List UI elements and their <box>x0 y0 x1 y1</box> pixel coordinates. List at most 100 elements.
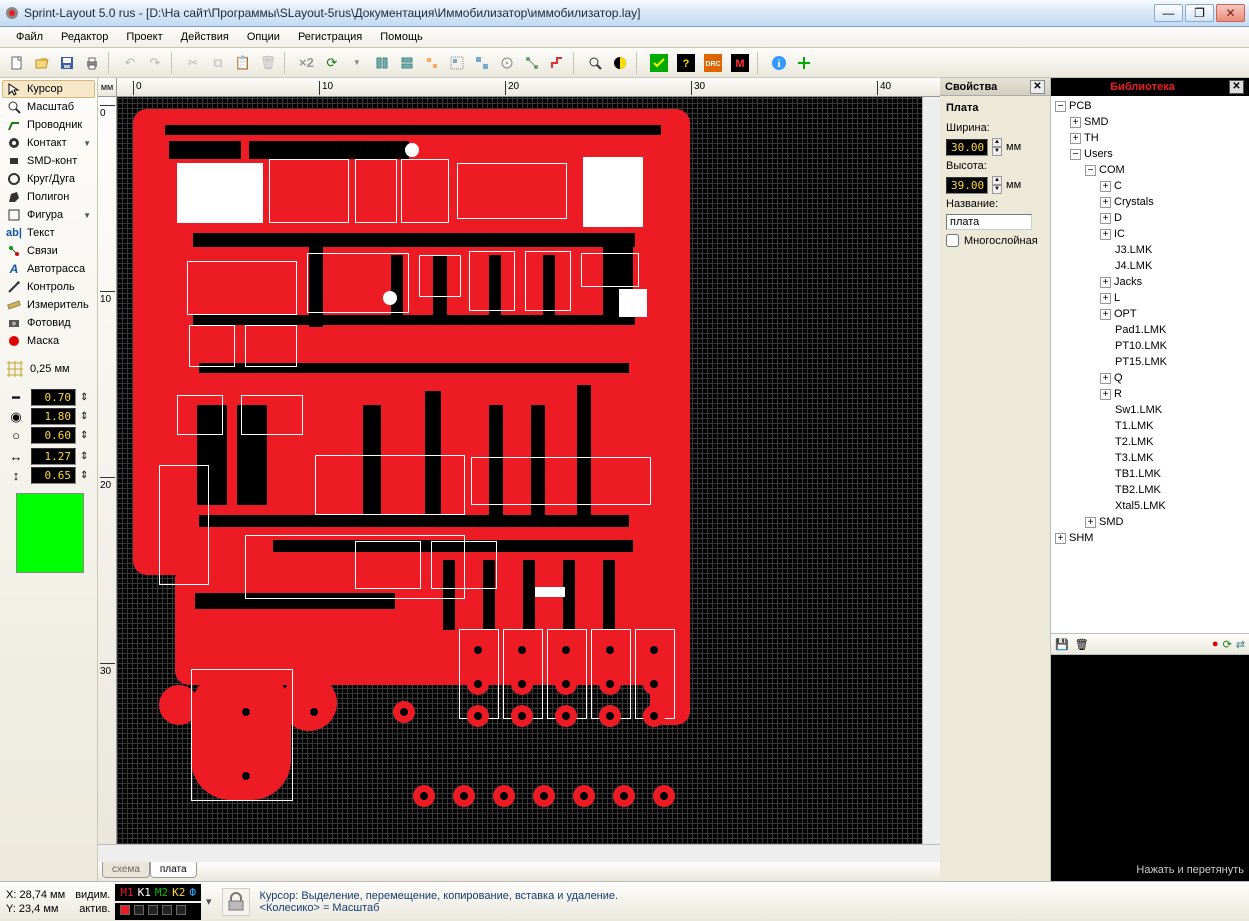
tree-item[interactable]: Pad1.LMK <box>1100 322 1247 338</box>
expand-icon[interactable]: + <box>1100 373 1111 384</box>
tree-item[interactable]: −PCB+SMD+TH−Users−COM+C+Crystals+D+ICJ3.… <box>1055 98 1247 530</box>
tree-item[interactable]: PT15.LMK <box>1100 354 1247 370</box>
tool-arc[interactable]: Круг/Дуга <box>2 170 95 188</box>
print-icon[interactable] <box>81 52 103 74</box>
tree-item[interactable]: T1.LMK <box>1100 418 1247 434</box>
pad-diameter-param[interactable]: ◉ 1.80 ⇕ <box>2 407 95 426</box>
group-icon[interactable] <box>446 52 468 74</box>
menu-опции[interactable]: Опции <box>239 28 288 46</box>
maximize-button[interactable]: ❐ <box>1185 4 1214 22</box>
collapse-icon[interactable]: − <box>1055 101 1066 112</box>
board-name-input[interactable] <box>946 214 1032 230</box>
menu-помощь[interactable]: Помощь <box>372 28 431 46</box>
layer-active[interactable] <box>115 903 201 920</box>
smd-width-param[interactable]: ↔ 1.27 ⇕ <box>2 447 95 466</box>
undo-icon[interactable]: ↶ <box>119 52 141 74</box>
expand-icon[interactable]: + <box>1100 309 1111 320</box>
mirror-v-icon[interactable] <box>396 52 418 74</box>
open-file-icon[interactable] <box>31 52 53 74</box>
menu-редактор[interactable]: Редактор <box>53 28 116 46</box>
expand-icon[interactable]: + <box>1085 517 1096 528</box>
rotate-icon[interactable]: ⟳ <box>321 52 343 74</box>
menu-действия[interactable]: Действия <box>173 28 237 46</box>
tree-item[interactable]: TB2.LMK <box>1100 482 1247 498</box>
expand-icon[interactable]: + <box>1100 213 1111 224</box>
lib-save-icon[interactable]: 💾 <box>1055 638 1069 651</box>
grid-setting[interactable]: 0,25 мм <box>2 356 95 382</box>
crosshair-icon[interactable] <box>793 52 815 74</box>
tree-item[interactable]: +SMD <box>1085 514 1247 530</box>
lib-mirror-icon[interactable]: ⇄ <box>1236 638 1245 651</box>
tree-item[interactable]: J4.LMK <box>1100 258 1247 274</box>
tree-item[interactable]: T3.LMK <box>1100 450 1247 466</box>
lib-record-icon[interactable]: ● <box>1212 638 1219 651</box>
library-close-icon[interactable]: ✕ <box>1229 80 1244 94</box>
layer-dropdown-icon[interactable]: ▾ <box>206 895 212 908</box>
expand-icon[interactable]: + <box>1100 197 1111 208</box>
menu-файл[interactable]: Файл <box>8 28 51 46</box>
tree-item[interactable]: +OPT <box>1100 306 1247 322</box>
save-file-icon[interactable] <box>56 52 78 74</box>
expand-icon[interactable]: + <box>1100 229 1111 240</box>
tree-item[interactable]: J3.LMK <box>1100 242 1247 258</box>
tree-item[interactable]: Xtal5.LMK <box>1100 498 1247 514</box>
properties-close-icon[interactable]: ✕ <box>1030 80 1045 94</box>
delete-icon[interactable]: 🗑 <box>257 52 279 74</box>
tool-cursor[interactable]: Курсор <box>2 80 95 98</box>
minimize-button[interactable]: — <box>1154 4 1183 22</box>
menu-проект[interactable]: Проект <box>118 28 170 46</box>
tool-text[interactable]: ab|Текст <box>2 224 95 242</box>
tree-item[interactable]: T2.LMK <box>1100 434 1247 450</box>
tree-item[interactable]: PT10.LMK <box>1100 338 1247 354</box>
mirror-h-icon[interactable] <box>371 52 393 74</box>
rotate-dropdown-icon[interactable]: ▼ <box>346 52 368 74</box>
tree-item[interactable]: +L <box>1100 290 1247 306</box>
contrast-icon[interactable] <box>609 52 631 74</box>
tree-item[interactable]: TB1.LMK <box>1100 466 1247 482</box>
expand-icon[interactable]: + <box>1100 293 1111 304</box>
library-preview[interactable]: Нажать и перетянуть <box>1051 655 1249 881</box>
test-icon[interactable]: ? <box>674 52 698 74</box>
redo-icon[interactable]: ↷ <box>144 52 166 74</box>
autoroute-tb-icon[interactable] <box>546 52 568 74</box>
copy-icon[interactable]: ⧉ <box>207 52 229 74</box>
tree-item[interactable]: +SHM <box>1055 530 1247 546</box>
tree-item[interactable]: +R <box>1100 386 1247 402</box>
tool-autoroute[interactable]: AАвтотрасса <box>2 260 95 278</box>
tree-item[interactable]: +IC <box>1100 226 1247 242</box>
ungroup-icon[interactable] <box>471 52 493 74</box>
layer-visibility[interactable]: М1К1М2К2Ф <box>115 884 201 901</box>
tree-item[interactable]: −Users−COM+C+Crystals+D+ICJ3.LMKJ4.LMK+J… <box>1070 146 1247 530</box>
align-icon[interactable] <box>421 52 443 74</box>
tool-shape[interactable]: Фигура▼ <box>2 206 95 224</box>
library-tree[interactable]: −PCB+SMD+TH−Users−COM+C+Crystals+D+ICJ3.… <box>1051 96 1249 633</box>
scrollbar-vertical[interactable] <box>922 97 940 844</box>
lib-rotate-icon[interactable]: ⟳ <box>1223 638 1232 651</box>
tool-net[interactable]: Связи <box>2 242 95 260</box>
snap-icon[interactable] <box>496 52 518 74</box>
tree-item[interactable]: +D <box>1100 210 1247 226</box>
width-spinner[interactable]: ▲▼ <box>992 138 1002 156</box>
menu-регистрация[interactable]: Регистрация <box>290 28 370 46</box>
zoom-icon[interactable] <box>584 52 606 74</box>
close-button[interactable]: ✕ <box>1216 4 1245 22</box>
lock-icon[interactable] <box>222 888 250 916</box>
drc-label-icon[interactable]: DRC <box>701 52 725 74</box>
expand-icon[interactable]: + <box>1100 277 1111 288</box>
collapse-icon[interactable]: − <box>1085 165 1096 176</box>
width-input[interactable]: 30.00 <box>946 139 988 156</box>
height-input[interactable]: 39.00 <box>946 177 988 194</box>
color-preview[interactable] <box>16 493 84 573</box>
pcb-canvas[interactable] <box>117 97 922 844</box>
spinner-icon[interactable]: ⇕ <box>80 392 92 403</box>
duplicate-icon[interactable]: ×2 <box>295 52 318 74</box>
tree-item[interactable]: +Jacks <box>1100 274 1247 290</box>
tree-item[interactable]: +Q <box>1100 370 1247 386</box>
new-file-icon[interactable] <box>6 52 28 74</box>
tool-smd[interactable]: SMD-конт <box>2 152 95 170</box>
tool-poly[interactable]: Полигон <box>2 188 95 206</box>
lib-delete-icon[interactable]: 🗑 <box>1075 638 1089 651</box>
expand-icon[interactable]: + <box>1100 389 1111 400</box>
tool-mask[interactable]: Маска <box>2 332 95 350</box>
info-icon[interactable]: i <box>768 52 790 74</box>
